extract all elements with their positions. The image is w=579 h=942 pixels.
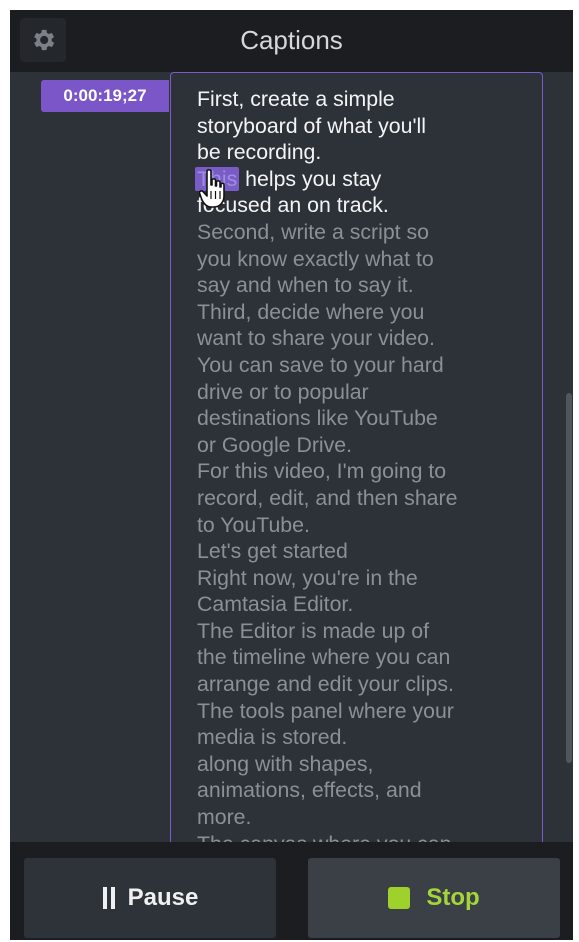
caption-line: the timeline where you can <box>197 645 451 670</box>
caption-line: For this video, I'm going to <box>197 459 447 484</box>
pause-button[interactable]: Pause <box>24 858 276 938</box>
caption-line: want to share your video. <box>197 326 435 351</box>
caption-line: Second, write a script so <box>197 219 429 244</box>
caption-line: Let's get started <box>197 539 348 564</box>
caption-text: First, create a simple storyboard of what… <box>195 86 537 855</box>
pause-icon <box>102 887 116 909</box>
caption-line: animations, effects, and <box>197 778 422 803</box>
caption-line: First, create a simple <box>197 87 395 111</box>
caption-line: You can save to your hard <box>197 352 444 377</box>
caption-line: arrange and edit your clips. <box>197 672 454 697</box>
caption-line: destinations like YouTube <box>197 406 438 431</box>
caption-line: focused an on track. <box>197 193 389 218</box>
stop-button[interactable]: Stop <box>308 858 560 938</box>
caption-line: drive or to popular <box>197 379 369 404</box>
caption-line: or Google Drive. <box>197 432 353 457</box>
hand-cursor-icon <box>199 169 225 208</box>
caption-line: you know exactly what to <box>197 246 434 271</box>
caption-line: The Editor is made up of <box>197 618 430 643</box>
caption-line: record, edit, and then share <box>197 485 458 510</box>
caption-line: be recording. <box>197 140 322 165</box>
captions-panel: Captions 0:00:19;27 First, create a simp… <box>10 10 573 940</box>
pause-label: Pause <box>127 884 199 911</box>
caption-line: Right now, you're in the <box>197 565 418 590</box>
caption-line: along with shapes, <box>197 751 374 776</box>
stop-label: Stop <box>426 884 480 911</box>
caption-line: say and when to say it. <box>197 273 414 298</box>
caption-line: This helps you stay <box>195 166 382 191</box>
caption-line: Third, decide where you <box>197 299 425 324</box>
scrollbar-thumb[interactable] <box>566 393 572 763</box>
caption-line: media is stored. <box>197 725 348 750</box>
caption-line: to YouTube. <box>197 512 310 537</box>
caption-timestamp[interactable]: 0:00:19;27 <box>41 80 169 112</box>
caption-line: The tools panel where your <box>197 698 454 723</box>
stop-icon <box>388 887 411 909</box>
caption-line: more. <box>197 805 252 830</box>
panel-title: Captions <box>240 25 343 55</box>
caption-line: Camtasia Editor. <box>197 592 354 617</box>
panel-header: Captions <box>10 10 573 72</box>
caption-text-area[interactable]: First, create a simple storyboard of what… <box>170 72 543 856</box>
caption-line: storyboard of what you'll <box>197 113 426 138</box>
